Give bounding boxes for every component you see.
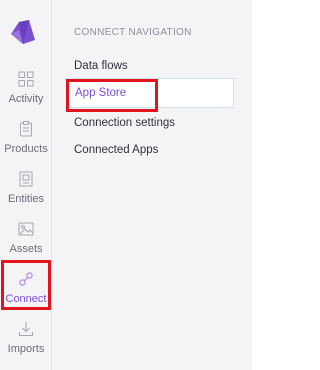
download-icon: [19, 322, 33, 336]
nav-item-connected-apps[interactable]: Connected Apps: [74, 144, 158, 156]
image-icon: [18, 222, 34, 236]
connect-navigation-panel: CONNECT NAVIGATION Data flows App Store …: [52, 0, 252, 370]
rail-label-products: Products: [4, 143, 48, 155]
icon-rail: Activity Products Entities Assets Connec…: [0, 0, 52, 370]
rail-label-entities: Entities: [7, 193, 45, 205]
rail-label-assets: Assets: [9, 243, 43, 255]
app-store-highlight-box: [66, 79, 158, 112]
rail-item-products[interactable]: Products: [0, 116, 52, 166]
rail-item-imports[interactable]: Imports: [0, 316, 52, 366]
entities-icon: [19, 171, 33, 187]
grid-icon: [18, 71, 34, 87]
rail-item-activity[interactable]: Activity: [0, 66, 52, 116]
clipboard-icon: [20, 121, 32, 137]
rail-label-activity: Activity: [8, 93, 44, 105]
logo-icon: [11, 20, 35, 44]
nav-item-data-flows[interactable]: Data flows: [74, 60, 128, 72]
connect-highlight-box: [1, 260, 51, 310]
rail-item-assets[interactable]: Assets: [0, 216, 52, 266]
brand-logo[interactable]: [9, 20, 37, 44]
rail-label-imports: Imports: [7, 343, 45, 355]
nav-item-connection-settings[interactable]: Connection settings: [74, 117, 175, 129]
rail-item-entities[interactable]: Entities: [0, 166, 52, 216]
app-window: Activity Products Entities Assets Connec…: [0, 0, 252, 370]
nav-heading: CONNECT NAVIGATION: [74, 27, 192, 38]
